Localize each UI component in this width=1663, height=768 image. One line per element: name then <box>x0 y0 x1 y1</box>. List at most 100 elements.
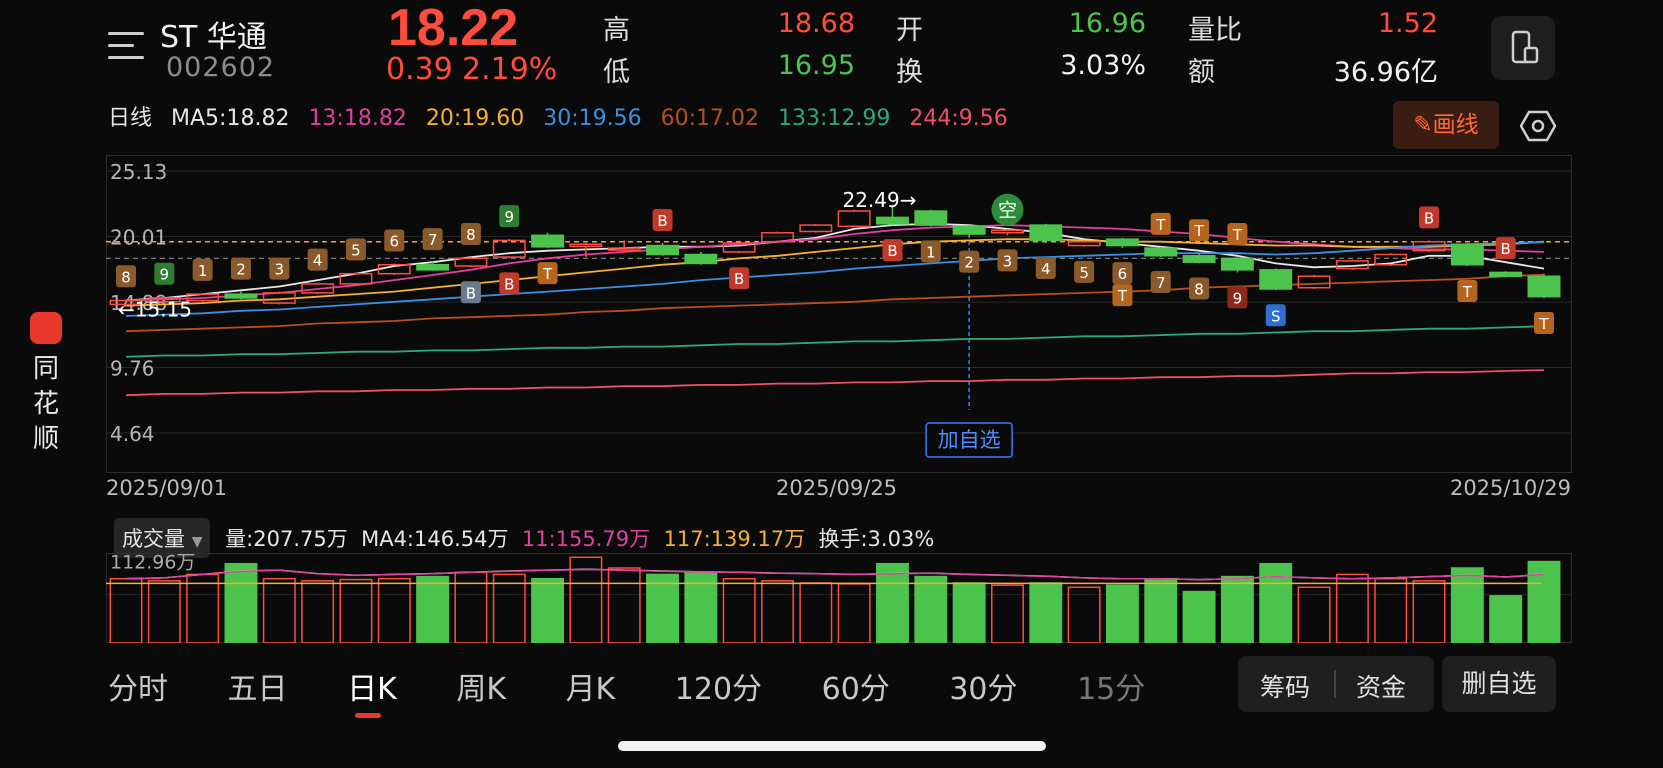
signal-marker[interactable]: 8 <box>460 223 481 246</box>
device-switch-button[interactable] <box>1491 16 1555 80</box>
signal-marker-label: 5 <box>351 241 361 259</box>
period-tabs: 分时 五日 日K 周K 月K 120分 60分 30分 15分 <box>108 664 1195 708</box>
ma-legend: 日线 MA5:18.82 13:18.82 20:19.60 30:19.56 … <box>108 100 1020 132</box>
signal-marker-label: 9 <box>1233 289 1243 307</box>
ma60-line <box>125 273 1545 333</box>
signal-marker-label: 9 <box>160 266 170 284</box>
candle-body <box>684 253 718 265</box>
volume-bar <box>416 575 450 643</box>
tab-five-day[interactable]: 五日 <box>228 664 288 708</box>
volume-bar <box>722 577 756 643</box>
price-change-pct: 2.19% <box>462 52 558 87</box>
chips-button[interactable]: 筹码 <box>1260 668 1310 704</box>
signal-marker-label: 7 <box>428 231 438 249</box>
tab-30min[interactable]: 30分 <box>949 664 1017 708</box>
volume-bar <box>952 582 986 643</box>
candle-body <box>224 293 258 299</box>
kline-chart[interactable]: 25.1320.0114.889.764.64 加自选8 9 1 2 3 45 6 7 89B BT… <box>106 155 1572 473</box>
candle-body <box>1029 224 1063 242</box>
ma60-value: 60:17.02 <box>660 106 759 131</box>
signal-marker[interactable]: 1 <box>192 258 213 281</box>
signal-marker[interactable]: S <box>1265 304 1286 327</box>
candle-body <box>1182 255 1216 263</box>
turnover-label: 换 <box>896 57 923 88</box>
volume-bar <box>1029 582 1063 643</box>
signal-marker[interactable]: B <box>1495 237 1516 260</box>
signal-marker[interactable]: 6 <box>1112 262 1133 285</box>
signal-marker-label: S <box>1271 307 1281 325</box>
tab-120min[interactable]: 120分 <box>675 664 762 708</box>
funds-button[interactable]: 资金 <box>1356 668 1406 704</box>
signal-marker[interactable]: 8 <box>1189 277 1210 300</box>
signal-marker[interactable]: 4 <box>1035 256 1056 279</box>
signal-marker[interactable]: 3 <box>997 249 1018 272</box>
tab-timeshare[interactable]: 分时 <box>108 664 168 708</box>
amount-value[interactable]: 36.96亿 <box>1298 50 1438 89</box>
tab-monthly-k[interactable]: 月K <box>566 664 616 708</box>
date-start: 2025/09/01 <box>106 476 228 500</box>
signal-marker[interactable]: 4 <box>307 248 328 271</box>
signal-marker[interactable]: 6 <box>384 229 405 252</box>
volume-bar <box>646 573 680 643</box>
y-tick-label: 25.13 <box>110 160 167 184</box>
app-logo-icon[interactable] <box>30 312 62 344</box>
volume-bar <box>799 582 833 643</box>
signal-marker-label: T <box>1538 315 1549 333</box>
signal-marker[interactable]: 2 <box>230 257 251 280</box>
signal-marker[interactable]: 9 <box>154 262 175 285</box>
signal-marker[interactable]: 5 <box>1074 260 1095 283</box>
signal-marker[interactable]: T <box>1150 212 1171 235</box>
signal-marker[interactable]: T <box>1189 219 1210 242</box>
candle-body <box>1489 271 1523 277</box>
signal-marker[interactable]: 5 <box>345 238 366 261</box>
ma13-value: 13:18.82 <box>308 106 407 131</box>
signal-marker[interactable]: 3 <box>269 257 290 280</box>
menu-icon[interactable] <box>108 30 144 62</box>
signal-marker[interactable]: T <box>1457 280 1478 303</box>
signal-marker[interactable]: 9 <box>499 205 520 228</box>
signal-marker[interactable]: T <box>1534 311 1554 334</box>
max-price-annotation: 22.49→ <box>842 188 916 212</box>
signal-marker[interactable]: 7 <box>422 228 443 251</box>
signal-marker[interactable]: 8 <box>116 265 136 288</box>
signal-marker[interactable]: 2 <box>959 250 980 273</box>
draw-line-label: 画线 <box>1432 112 1479 138</box>
tab-weekly-k[interactable]: 周K <box>456 664 506 708</box>
signal-marker[interactable]: B <box>882 239 903 262</box>
min-price-annotation: ←15.15 <box>118 298 192 322</box>
tab-15min[interactable]: 15分 <box>1077 664 1145 708</box>
signal-marker[interactable]: B <box>499 272 520 295</box>
home-indicator[interactable] <box>618 741 1046 751</box>
signal-marker[interactable]: 1 <box>920 240 941 263</box>
y-tick-label: 20.01 <box>110 225 167 249</box>
current-price: 18.22 <box>388 0 519 57</box>
volume-bar <box>301 580 335 643</box>
tab-daily-k[interactable]: 日K <box>347 664 397 708</box>
candle-body <box>1527 275 1561 298</box>
app-name[interactable]: 同花顺 <box>30 352 62 457</box>
signal-marker[interactable]: B <box>460 281 481 304</box>
signal-marker-label: 3 <box>275 261 285 279</box>
volume-bar <box>1374 577 1408 643</box>
chips-funds-group: 筹码 资金 <box>1238 656 1434 712</box>
signal-marker[interactable]: B <box>1419 206 1440 229</box>
volume-chart[interactable]: 112.96万 <box>106 553 1572 643</box>
tab-60min[interactable]: 60分 <box>822 664 890 708</box>
signal-marker[interactable]: 9 <box>1227 286 1248 309</box>
signal-marker[interactable]: 7 <box>1150 271 1171 294</box>
volume-bar <box>990 584 1024 643</box>
signal-marker-label: B <box>734 270 744 288</box>
settings-icon[interactable] <box>1519 108 1557 144</box>
signal-marker[interactable]: T <box>1227 223 1248 246</box>
signal-marker[interactable]: T <box>537 262 558 285</box>
draw-line-button[interactable]: ✎画线 <box>1393 101 1499 149</box>
remove-watchlist-button[interactable]: 删自选 <box>1442 656 1556 712</box>
indicator-select[interactable]: 成交量 ▼ <box>114 518 211 558</box>
signal-marker[interactable]: B <box>729 267 750 290</box>
candle-body <box>1450 243 1484 266</box>
ma133-value: 133:12.99 <box>778 106 891 131</box>
signal-marker[interactable]: T <box>1112 284 1133 307</box>
signal-marker[interactable]: B <box>652 208 673 231</box>
volume-bar <box>1297 586 1331 643</box>
volume-bar <box>531 577 565 643</box>
